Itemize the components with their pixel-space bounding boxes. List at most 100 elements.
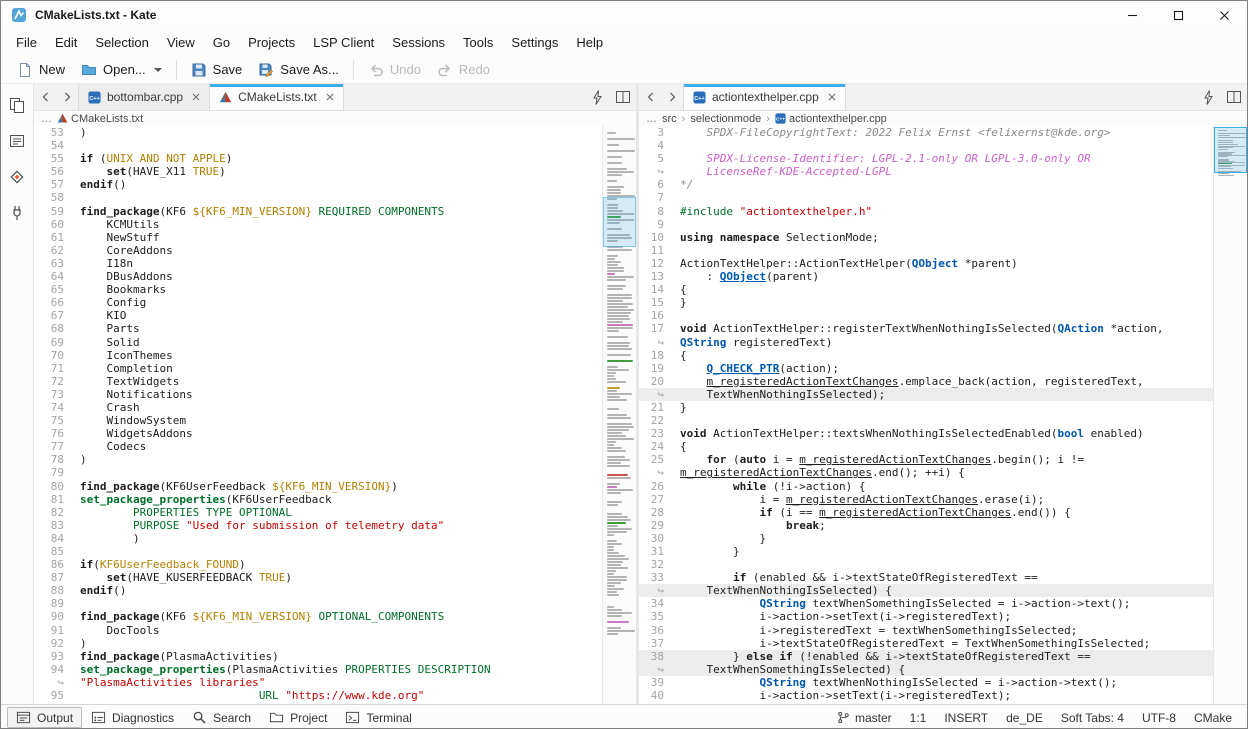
breadcrumb-item-src[interactable]: src xyxy=(662,113,677,125)
tab-scroll-left-button[interactable] xyxy=(639,84,661,110)
menu-sessions[interactable]: Sessions xyxy=(383,31,454,54)
cpp-file-icon: C++ xyxy=(775,113,786,124)
minimap-line xyxy=(607,627,621,629)
minimap-line xyxy=(607,438,634,440)
menu-lsp-client[interactable]: LSP Client xyxy=(304,31,383,54)
tab-close-icon[interactable] xyxy=(326,93,334,101)
line-number: 3 xyxy=(639,126,680,139)
menu-help[interactable]: Help xyxy=(567,31,612,54)
menu-selection[interactable]: Selection xyxy=(86,31,157,54)
sidebar-git-button[interactable] xyxy=(4,164,30,190)
line-number: 23 xyxy=(639,427,680,440)
status-label: Soft Tabs: 4 xyxy=(1061,711,1124,725)
split-view-button[interactable] xyxy=(1221,84,1247,110)
tab-close-icon[interactable] xyxy=(192,93,200,101)
menu-tools[interactable]: Tools xyxy=(454,31,502,54)
code-text: i = m_registeredActionTextChanges.erase(… xyxy=(680,493,1213,506)
tab-scroll-left-button[interactable] xyxy=(34,84,56,110)
quick-open-button[interactable] xyxy=(1195,84,1221,110)
line-number: 73 xyxy=(34,388,80,401)
new-button[interactable]: New xyxy=(9,60,73,80)
panel-search-button[interactable]: Search xyxy=(183,707,260,728)
breadcrumb-overflow[interactable]: … xyxy=(646,113,657,125)
status-utf-8[interactable]: UTF-8 xyxy=(1133,709,1185,727)
breadcrumb-item-actiontexthelper-cpp[interactable]: C++actiontexthelper.cpp xyxy=(775,113,887,125)
minimap-line xyxy=(607,552,619,554)
menu-settings[interactable]: Settings xyxy=(502,31,567,54)
wrap-marker: ↪ xyxy=(34,676,80,689)
minimap-line xyxy=(607,288,623,290)
code-text xyxy=(80,191,602,204)
code-text: DocTools xyxy=(80,624,602,637)
code-line: 67 KIO xyxy=(34,309,602,322)
minimap-scrollbar-right[interactable] xyxy=(1213,126,1247,704)
menu-file[interactable]: File xyxy=(7,31,46,54)
minimap-scrollbar-left[interactable] xyxy=(602,126,636,704)
sidebar-filesystem-button[interactable] xyxy=(4,128,30,154)
status-de-de[interactable]: de_DE xyxy=(997,709,1052,727)
panel-terminal-button[interactable]: Terminal xyxy=(336,707,420,728)
status-1-1[interactable]: 1:1 xyxy=(901,709,936,727)
code-text: m_registeredActionTextChanges.end(); ++i… xyxy=(680,466,1213,479)
status-master[interactable]: master xyxy=(828,709,901,727)
tab-bottombar-cpp[interactable]: C++bottombar.cpp xyxy=(78,84,210,110)
breadcrumb-separator-icon xyxy=(766,113,770,125)
sidebar-plugins-button[interactable] xyxy=(4,200,30,226)
minimap-line xyxy=(607,381,626,383)
minimap-line xyxy=(607,345,629,347)
minimap-viewport[interactable] xyxy=(603,197,636,247)
panel-output-button[interactable]: Output xyxy=(7,707,82,728)
code-text: if (enabled && i->textStateOfRegisteredT… xyxy=(680,571,1213,584)
window-maximize-button[interactable] xyxy=(1155,1,1201,29)
save-button[interactable]: Save xyxy=(183,60,251,80)
quick-open-button[interactable] xyxy=(584,84,610,110)
line-number: 61 xyxy=(34,231,80,244)
tab-close-icon[interactable] xyxy=(828,93,836,101)
menu-go[interactable]: Go xyxy=(204,31,239,54)
code-text: } else if (!enabled && i->textStateOfReg… xyxy=(680,650,1213,663)
line-number: 34 xyxy=(639,597,680,610)
panel-project-button[interactable]: Project xyxy=(260,707,336,728)
code-area-right[interactable]: 3 SPDX-FileCopyrightText: 2022 Felix Ern… xyxy=(639,126,1213,704)
window-close-button[interactable] xyxy=(1201,1,1247,29)
tab-actiontexthelper-cpp[interactable]: C++actiontexthelper.cpp xyxy=(683,84,846,110)
code-area-left[interactable]: 53)5455if (UNIX AND NOT APPLE)56 set(HAV… xyxy=(34,126,602,704)
breadcrumb-overflow[interactable]: … xyxy=(41,113,52,125)
code-text: i->action->setText(i->registeredText); xyxy=(680,610,1213,623)
code-line: 72 TextWidgets xyxy=(34,375,602,388)
panel-diagnostics-button[interactable]: Diagnostics xyxy=(82,707,183,728)
status-insert[interactable]: INSERT xyxy=(935,709,997,727)
filesystem-icon xyxy=(8,132,26,150)
tab-scroll-right-button[interactable] xyxy=(56,84,78,110)
split-view-button[interactable] xyxy=(610,84,636,110)
code-line: 87 set(HAVE_KUSERFEEDBACK TRUE) xyxy=(34,571,602,584)
status-soft-tabs-4[interactable]: Soft Tabs: 4 xyxy=(1052,709,1133,727)
code-line: 34 QString textWhenSomethingIsSelected =… xyxy=(639,597,1213,610)
menu-projects[interactable]: Projects xyxy=(239,31,304,54)
minimap-line xyxy=(607,315,629,317)
minimap-line xyxy=(607,504,618,506)
sidebar-documents-button[interactable] xyxy=(4,92,30,118)
window-minimize-button[interactable] xyxy=(1109,1,1155,29)
minimap-line xyxy=(607,441,616,443)
menu-edit[interactable]: Edit xyxy=(46,31,86,54)
tab-cmakelists-txt[interactable]: CMakeLists.txt xyxy=(210,84,344,110)
open-button[interactable]: Open... xyxy=(73,60,170,80)
minimap-line xyxy=(607,486,617,488)
breadcrumb-item-cmakelists-txt[interactable]: CMakeLists.txt xyxy=(57,113,143,125)
line-number: 13 xyxy=(639,270,680,283)
save-as-button[interactable]: Save As... xyxy=(250,60,347,80)
undo-icon xyxy=(368,62,384,78)
line-number: 24 xyxy=(639,440,680,453)
minimap-viewport[interactable] xyxy=(1214,127,1247,173)
code-line: 86if(KF6UserFeedback_FOUND) xyxy=(34,558,602,571)
breadcrumb-item-selectionmode[interactable]: selectionmode xyxy=(690,113,761,125)
code-text: ) xyxy=(80,126,602,139)
tab-scroll-right-button[interactable] xyxy=(661,84,683,110)
menu-view[interactable]: View xyxy=(158,31,204,54)
line-number: 54 xyxy=(34,139,80,152)
code-line: 40 i->action->setText(i->registeredText)… xyxy=(639,689,1213,702)
minimap-line xyxy=(607,570,616,572)
minimap-line xyxy=(607,483,620,485)
status-cmake[interactable]: CMake xyxy=(1185,709,1241,727)
